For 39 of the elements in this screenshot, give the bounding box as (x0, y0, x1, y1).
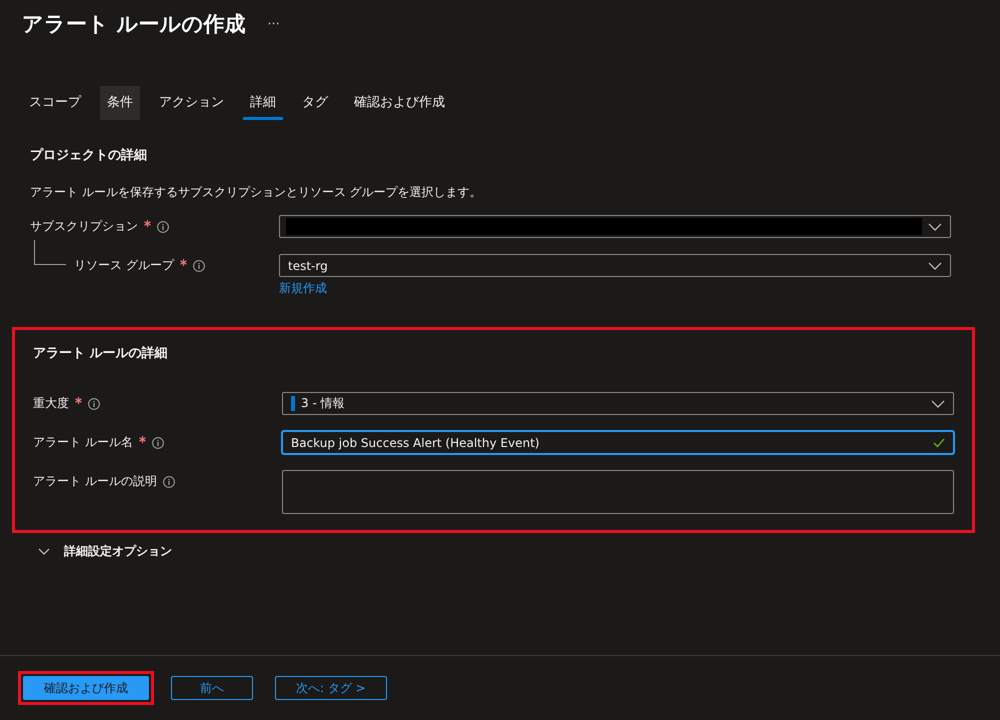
secondary-button[interactable]: 前へ (171, 676, 253, 700)
field-label: アラート ルールの説明 (33, 473, 157, 490)
tab[interactable]: 確認および作成 (347, 86, 452, 120)
more-options[interactable]: ··· (267, 16, 280, 32)
info-icon[interactable] (162, 476, 175, 488)
chevron-down-icon (38, 548, 50, 555)
text-input-field[interactable]: Backup job Success Alert (Healthy Event) (282, 431, 954, 454)
section-heading: プロジェクトの詳細 (30, 146, 148, 164)
secondary-button[interactable]: 次へ: タグ > (275, 676, 387, 700)
expander-label: 詳細設定オプション (64, 543, 172, 560)
info-icon[interactable] (152, 436, 164, 448)
section-heading: アラート ルールの詳細 (33, 345, 169, 362)
tab[interactable]: スコープ (22, 86, 88, 120)
dropdown-field[interactable]: test-rg (279, 254, 951, 277)
primary-button[interactable]: 確認および作成 (23, 676, 149, 700)
expander[interactable]: 詳細設定オプション (38, 539, 1000, 564)
section-description: アラート ルールを保存するサブスクリプションとリソース グループを選択します。 (30, 184, 483, 201)
dropdown-field[interactable] (279, 215, 951, 238)
chevron-down-icon (928, 262, 942, 270)
textarea-field[interactable] (282, 470, 954, 514)
tab[interactable]: タグ (295, 86, 335, 120)
chevron-down-icon (931, 400, 945, 408)
tree-connector (34, 240, 66, 265)
field-label: 重大度 (33, 395, 69, 412)
field-label: サブスクリプション (30, 218, 138, 235)
dropdown-value: test-rg (288, 258, 329, 272)
create-new-link[interactable]: 新規作成 (279, 280, 327, 297)
info-icon[interactable] (157, 220, 169, 232)
field-label: アラート ルール名 (33, 434, 133, 451)
chevron-down-icon (928, 222, 942, 230)
page-title: アラート ルールの作成 (22, 11, 246, 38)
dropdown-field[interactable]: 3 - 情報 (282, 392, 954, 415)
tab[interactable]: 詳細 (243, 86, 283, 120)
field-label: リソース グループ (74, 257, 174, 274)
dropdown-value: 3 - 情報 (301, 395, 346, 412)
info-icon[interactable] (88, 398, 100, 410)
tab[interactable]: 条件 (100, 86, 140, 120)
info-icon[interactable] (192, 260, 205, 272)
tab[interactable]: アクション (152, 86, 231, 120)
